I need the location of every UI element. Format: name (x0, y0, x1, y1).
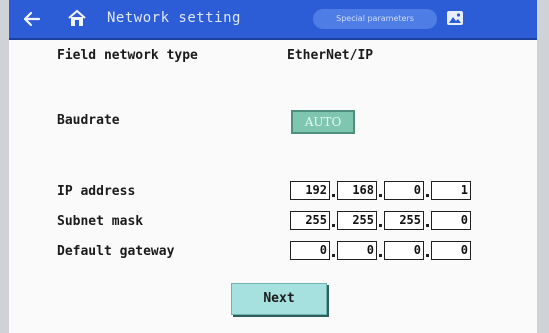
screen-bezel-right (537, 0, 549, 333)
back-arrow-icon (23, 11, 41, 27)
ip-octet-1[interactable]: 192 (290, 181, 330, 200)
octet-separator (332, 224, 335, 227)
subnet-octet-3[interactable]: 255 (384, 211, 424, 230)
back-button[interactable] (21, 8, 43, 30)
ip-address-label: IP address (57, 184, 136, 199)
gateway-octet-3[interactable]: 0 (384, 241, 424, 260)
ip-octet-2[interactable]: 168 (337, 181, 377, 200)
hmi-screen: Network setting Special parameters Field… (9, 0, 537, 333)
octet-separator (379, 224, 382, 227)
title-bar: Network setting Special parameters (9, 0, 537, 40)
octet-separator (379, 254, 382, 257)
baudrate-label: Baudrate (57, 113, 120, 128)
subnet-octet-1[interactable]: 255 (290, 211, 330, 230)
subnet-octet-2[interactable]: 255 (337, 211, 377, 230)
subnet-mask-label: Subnet mask (57, 214, 144, 229)
ip-octet-4[interactable]: 1 (431, 181, 471, 200)
baudrate-auto-button[interactable]: AUTO (291, 110, 355, 134)
octet-separator (426, 254, 429, 257)
ip-octet-3[interactable]: 0 (384, 181, 424, 200)
home-icon[interactable] (67, 9, 87, 29)
gateway-octet-1[interactable]: 0 (290, 241, 330, 260)
page-title: Network setting (107, 10, 241, 26)
octet-separator (426, 194, 429, 197)
default-gateway-label: Default gateway (57, 244, 175, 259)
octet-separator (332, 194, 335, 197)
image-icon[interactable] (446, 9, 464, 27)
octet-separator (332, 254, 335, 257)
field-network-type-label: Field network type (57, 48, 198, 63)
subnet-octet-4[interactable]: 0 (431, 211, 471, 230)
gateway-octet-4[interactable]: 0 (431, 241, 471, 260)
special-parameters-button[interactable]: Special parameters (313, 9, 437, 29)
octet-separator (426, 224, 429, 227)
octet-separator (379, 194, 382, 197)
gateway-octet-2[interactable]: 0 (337, 241, 377, 260)
field-network-type-value: EtherNet/IP (287, 48, 374, 63)
next-button[interactable]: Next (231, 283, 327, 315)
screen-bezel-left (0, 0, 9, 333)
